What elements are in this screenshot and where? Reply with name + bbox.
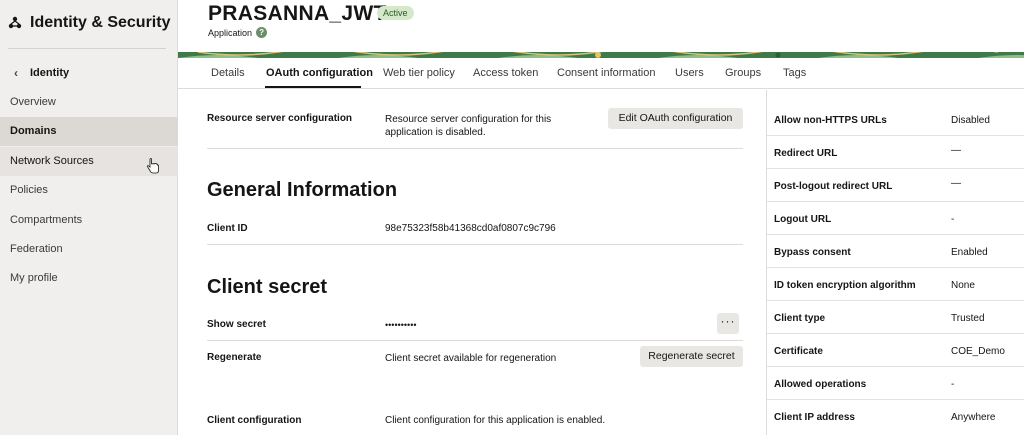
allow-non-https-label: Allow non-HTTPS URLs (774, 115, 887, 126)
client-type-value: Trusted (951, 313, 985, 324)
sidebar-title-text: Identity & Security (30, 14, 171, 31)
allow-non-https-value: Disabled (951, 115, 990, 126)
detail-row: Redirect URL — (767, 136, 1024, 169)
client-secret-heading: Client secret (207, 276, 328, 298)
tab-tags[interactable]: Tags (783, 67, 806, 79)
subtitle-text: Application (208, 27, 253, 38)
resource-server-value: Resource server configuration for this a… (385, 114, 552, 138)
detail-row: Post-logout redirect URL — (767, 169, 1024, 202)
details-panel: Allow non-HTTPS URLs Disabled Redirect U… (766, 90, 1024, 435)
tab-oauth-configuration[interactable]: OAuth configuration (266, 67, 373, 79)
detail-row: Allow non-HTTPS URLs Disabled (767, 103, 1024, 136)
divider (207, 244, 743, 245)
post-logout-redirect-url-value: — (951, 178, 961, 189)
chevron-left-icon: ‹ (14, 66, 18, 80)
tab-groups[interactable]: Groups (725, 67, 761, 79)
application-subtitle: Application ? (208, 27, 268, 38)
sidebar-item-overview[interactable]: Overview (0, 88, 178, 117)
edit-oauth-configuration-button[interactable]: Edit OAuth configuration (608, 108, 743, 129)
tab-users[interactable]: Users (675, 67, 704, 79)
bypass-consent-label: Bypass consent (774, 247, 851, 258)
detail-row: Logout URL - (767, 202, 1024, 235)
resource-server-label: Resource server configuration (207, 113, 353, 124)
regenerate-label: Regenerate (207, 352, 262, 363)
client-id-label: Client ID (207, 223, 248, 234)
divider (207, 340, 743, 341)
sidebar-divider (8, 48, 166, 49)
client-ip-address-label: Client IP address (774, 412, 855, 423)
tab-access-token[interactable]: Access token (473, 67, 538, 79)
detail-row: Client type Trusted (767, 301, 1024, 334)
identity-icon (8, 16, 22, 29)
show-secret-label: Show secret (207, 319, 266, 330)
detail-row: Client IP address Anywhere (767, 400, 1024, 433)
client-configuration-label: Client configuration (207, 415, 302, 426)
regenerate-secret-button[interactable]: Regenerate secret (640, 346, 743, 367)
active-tab-indicator (265, 86, 361, 88)
certificate-label: Certificate (774, 346, 823, 357)
client-ip-address-value: Anywhere (951, 412, 996, 423)
back-link-label: Identity (30, 67, 70, 79)
allowed-operations-value: - (951, 379, 955, 390)
client-id-value: 98e75323f58b41368cd0af0807c9c796 (385, 223, 556, 234)
detail-row: Allowed operations - (767, 367, 1024, 400)
masked-secret-value: •••••••••• (385, 320, 417, 330)
logout-url-label: Logout URL (774, 214, 832, 225)
status-badge: Active (377, 6, 414, 20)
post-logout-redirect-url-label: Post-logout redirect URL (774, 181, 893, 192)
id-token-encryption-label: ID token encryption algorithm (774, 280, 916, 291)
help-icon[interactable]: ? (256, 27, 268, 38)
redirect-url-value: — (951, 145, 961, 156)
sidebar: Identity & Security ‹ Identity Overview … (0, 0, 178, 435)
sidebar-item-federation[interactable]: Federation (0, 235, 178, 264)
sidebar-item-domains[interactable]: Domains (0, 117, 178, 146)
hand-cursor-icon (146, 158, 159, 174)
main-content: Resource server configuration Resource s… (178, 90, 766, 435)
sidebar-title: Identity & Security (8, 14, 170, 32)
bypass-consent-value: Enabled (951, 247, 988, 258)
id-token-encryption-value: None (951, 280, 975, 291)
tab-web-tier-policy[interactable]: Web tier policy (383, 67, 455, 79)
sidebar-item-my-profile[interactable]: My profile (0, 264, 178, 293)
detail-row: Bypass consent Enabled (767, 235, 1024, 268)
redirect-url-label: Redirect URL (774, 148, 838, 159)
client-type-label: Client type (774, 313, 826, 324)
application-title: PRASANNA_JWT (208, 2, 387, 25)
allowed-operations-label: Allowed operations (774, 379, 867, 390)
sidebar-item-policies[interactable]: Policies (0, 176, 178, 205)
logout-url-value: - (951, 214, 955, 225)
sidebar-item-compartments[interactable]: Compartments (0, 206, 178, 235)
general-information-heading: General Information (207, 179, 398, 201)
more-actions-button[interactable]: ··· (717, 313, 739, 334)
tab-bar: Details OAuth configuration Web tier pol… (178, 58, 1024, 89)
back-link[interactable]: ‹ Identity (14, 66, 69, 80)
tab-details[interactable]: Details (211, 67, 245, 79)
client-configuration-value: Client configuration for this applicatio… (385, 415, 606, 426)
tab-consent-information[interactable]: Consent information (557, 67, 655, 79)
regenerate-value: Client secret available for regeneration (385, 353, 557, 364)
detail-row: Certificate COE_Demo (767, 334, 1024, 367)
divider (207, 148, 743, 149)
detail-row: ID token encryption algorithm None (767, 268, 1024, 301)
certificate-value: COE_Demo (951, 346, 1005, 357)
